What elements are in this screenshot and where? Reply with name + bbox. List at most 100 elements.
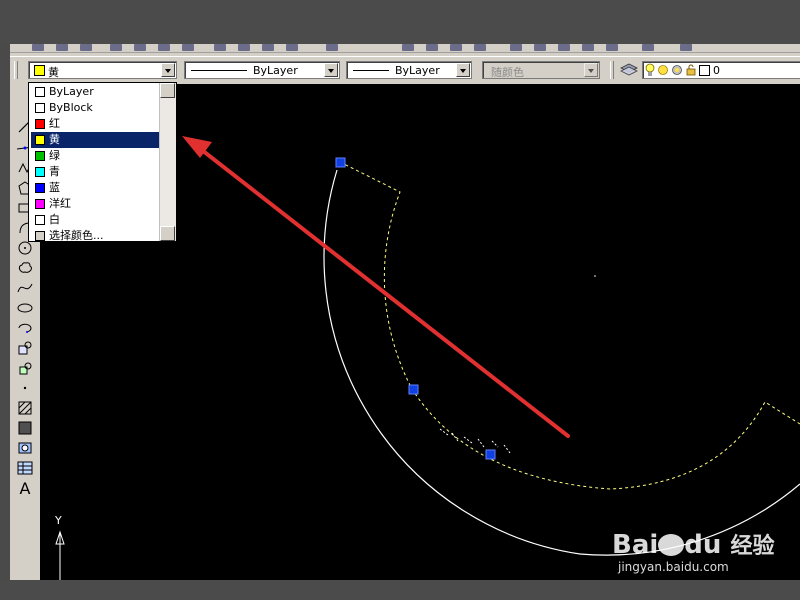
color-option-label: 黄 bbox=[49, 133, 60, 146]
gradient-icon[interactable] bbox=[17, 420, 33, 436]
color-option[interactable]: ByLayer bbox=[31, 84, 161, 100]
ellipse-icon[interactable] bbox=[17, 300, 33, 316]
zoom-previous-icon[interactable] bbox=[474, 44, 486, 51]
point-icon[interactable] bbox=[17, 380, 33, 396]
color-option-label: 绿 bbox=[49, 149, 60, 162]
toolbar-grip[interactable] bbox=[610, 61, 614, 79]
color-option-label: 青 bbox=[49, 165, 60, 178]
color-option-swatch bbox=[35, 199, 45, 209]
layer-control-combo[interactable]: 0 bbox=[642, 61, 800, 79]
markup-icon[interactable] bbox=[606, 44, 618, 51]
linetype-sample bbox=[191, 70, 247, 71]
linetype-combo-value: ByLayer bbox=[253, 64, 298, 77]
annotation-arrow bbox=[196, 145, 570, 438]
publish-icon[interactable] bbox=[158, 44, 170, 51]
revision-cloud-icon[interactable] bbox=[17, 260, 33, 276]
dropdown-scrollbar[interactable] bbox=[159, 83, 176, 241]
lineweight-control-combo[interactable]: ByLayer bbox=[346, 61, 472, 79]
lineweight-combo-value: ByLayer bbox=[395, 64, 440, 77]
color-option-swatch bbox=[35, 87, 45, 97]
zoom-realtime-icon[interactable] bbox=[426, 44, 438, 51]
open-icon[interactable] bbox=[56, 44, 68, 51]
color-swatch bbox=[34, 65, 45, 76]
new-icon[interactable] bbox=[32, 44, 44, 51]
color-option-label: 红 bbox=[49, 117, 60, 130]
watermark-brand: Bai bbox=[612, 530, 659, 560]
color-option-label: 蓝 bbox=[49, 181, 60, 194]
viewport-freeze-icon[interactable] bbox=[671, 64, 683, 76]
hatch-icon[interactable] bbox=[17, 400, 33, 416]
chevron-down-icon[interactable] bbox=[161, 63, 175, 77]
ucs-y-label: Y bbox=[54, 514, 62, 527]
color-option[interactable]: 选择颜色... bbox=[31, 228, 161, 244]
region-icon[interactable] bbox=[17, 440, 33, 456]
copy-icon[interactable] bbox=[214, 44, 226, 51]
scroll-up-icon[interactable] bbox=[160, 83, 175, 98]
grip-handle[interactable] bbox=[408, 384, 419, 395]
text-object bbox=[439, 428, 511, 454]
color-option-label: 白 bbox=[49, 213, 60, 226]
plot-icon[interactable] bbox=[110, 44, 122, 51]
color-option[interactable]: 绿 bbox=[31, 148, 161, 164]
point-marker bbox=[594, 275, 596, 277]
color-option[interactable]: 蓝 bbox=[31, 180, 161, 196]
tool-palettes-icon[interactable] bbox=[558, 44, 570, 51]
multiline-text-icon[interactable]: A bbox=[17, 479, 33, 498]
color-dropdown-list[interactable]: ByLayer ByBlock 红黄绿青蓝洋红白选择颜色... bbox=[28, 82, 177, 242]
make-block-icon[interactable] bbox=[17, 360, 33, 376]
watermark-url: jingyan.baidu.com bbox=[618, 560, 729, 574]
redo-icon[interactable] bbox=[326, 44, 338, 51]
color-option[interactable]: 洋红 bbox=[31, 196, 161, 212]
match-properties-icon[interactable] bbox=[262, 44, 274, 51]
grip-handle[interactable] bbox=[335, 157, 346, 168]
color-option[interactable]: 红 bbox=[31, 116, 161, 132]
linetype-control-combo[interactable]: ByLayer bbox=[184, 61, 340, 79]
insert-block-icon[interactable] bbox=[17, 340, 33, 356]
color-option[interactable]: 黄 bbox=[31, 132, 161, 148]
color-option-label: 洋红 bbox=[49, 197, 71, 210]
layer-manager-icon[interactable] bbox=[620, 62, 638, 78]
zoom-window-icon[interactable] bbox=[450, 44, 462, 51]
color-option[interactable]: ByBlock bbox=[31, 100, 161, 116]
scroll-down-icon[interactable] bbox=[160, 226, 175, 241]
grip-handle[interactable] bbox=[485, 449, 496, 460]
cut-icon[interactable] bbox=[182, 44, 194, 51]
chevron-down-icon[interactable] bbox=[456, 63, 470, 77]
sun-icon[interactable] bbox=[657, 64, 669, 76]
properties-icon[interactable] bbox=[510, 44, 522, 51]
color-option[interactable]: 白 bbox=[31, 212, 161, 228]
color-option-label: 选择颜色... bbox=[49, 229, 104, 242]
undo-icon[interactable] bbox=[286, 44, 298, 51]
color-option-swatch bbox=[35, 119, 45, 129]
table-icon[interactable] bbox=[17, 460, 33, 476]
color-option-swatch bbox=[35, 183, 45, 193]
design-center-icon[interactable] bbox=[534, 44, 546, 51]
baidu-watermark: Bai du 经验 jingyan.baidu.com bbox=[612, 528, 792, 578]
properties-toolbar: 黄 ByLayer ByLayer 随颜色 0 bbox=[10, 56, 800, 83]
color-option-label: ByBlock bbox=[49, 101, 93, 114]
sheet-set-icon[interactable] bbox=[582, 44, 594, 51]
paste-icon[interactable] bbox=[238, 44, 250, 51]
color-option[interactable]: 青 bbox=[31, 164, 161, 180]
screen-frame-bottom bbox=[0, 580, 800, 600]
spline-icon[interactable] bbox=[17, 280, 33, 296]
pan-icon[interactable] bbox=[402, 44, 414, 51]
help-icon[interactable] bbox=[680, 44, 692, 51]
chevron-down-icon[interactable] bbox=[324, 63, 338, 77]
color-option-swatch bbox=[35, 151, 45, 161]
lock-icon[interactable] bbox=[685, 64, 697, 76]
color-option-label: ByLayer bbox=[49, 85, 94, 98]
screen-frame-top bbox=[0, 0, 800, 44]
preview-icon[interactable] bbox=[134, 44, 146, 51]
ellipse-arc-icon[interactable] bbox=[17, 320, 33, 336]
chevron-down-icon bbox=[584, 63, 598, 77]
paw-icon bbox=[658, 534, 685, 556]
color-option-swatch bbox=[35, 135, 45, 145]
save-icon[interactable] bbox=[80, 44, 92, 51]
lightbulb-icon[interactable] bbox=[645, 63, 655, 77]
color-control-combo[interactable]: 黄 bbox=[28, 61, 177, 79]
quickcalc-icon[interactable] bbox=[642, 44, 654, 51]
color-combo-value: 黄 bbox=[48, 66, 59, 79]
selected-outline[interactable] bbox=[339, 161, 800, 490]
toolbar-grip[interactable] bbox=[14, 61, 18, 79]
